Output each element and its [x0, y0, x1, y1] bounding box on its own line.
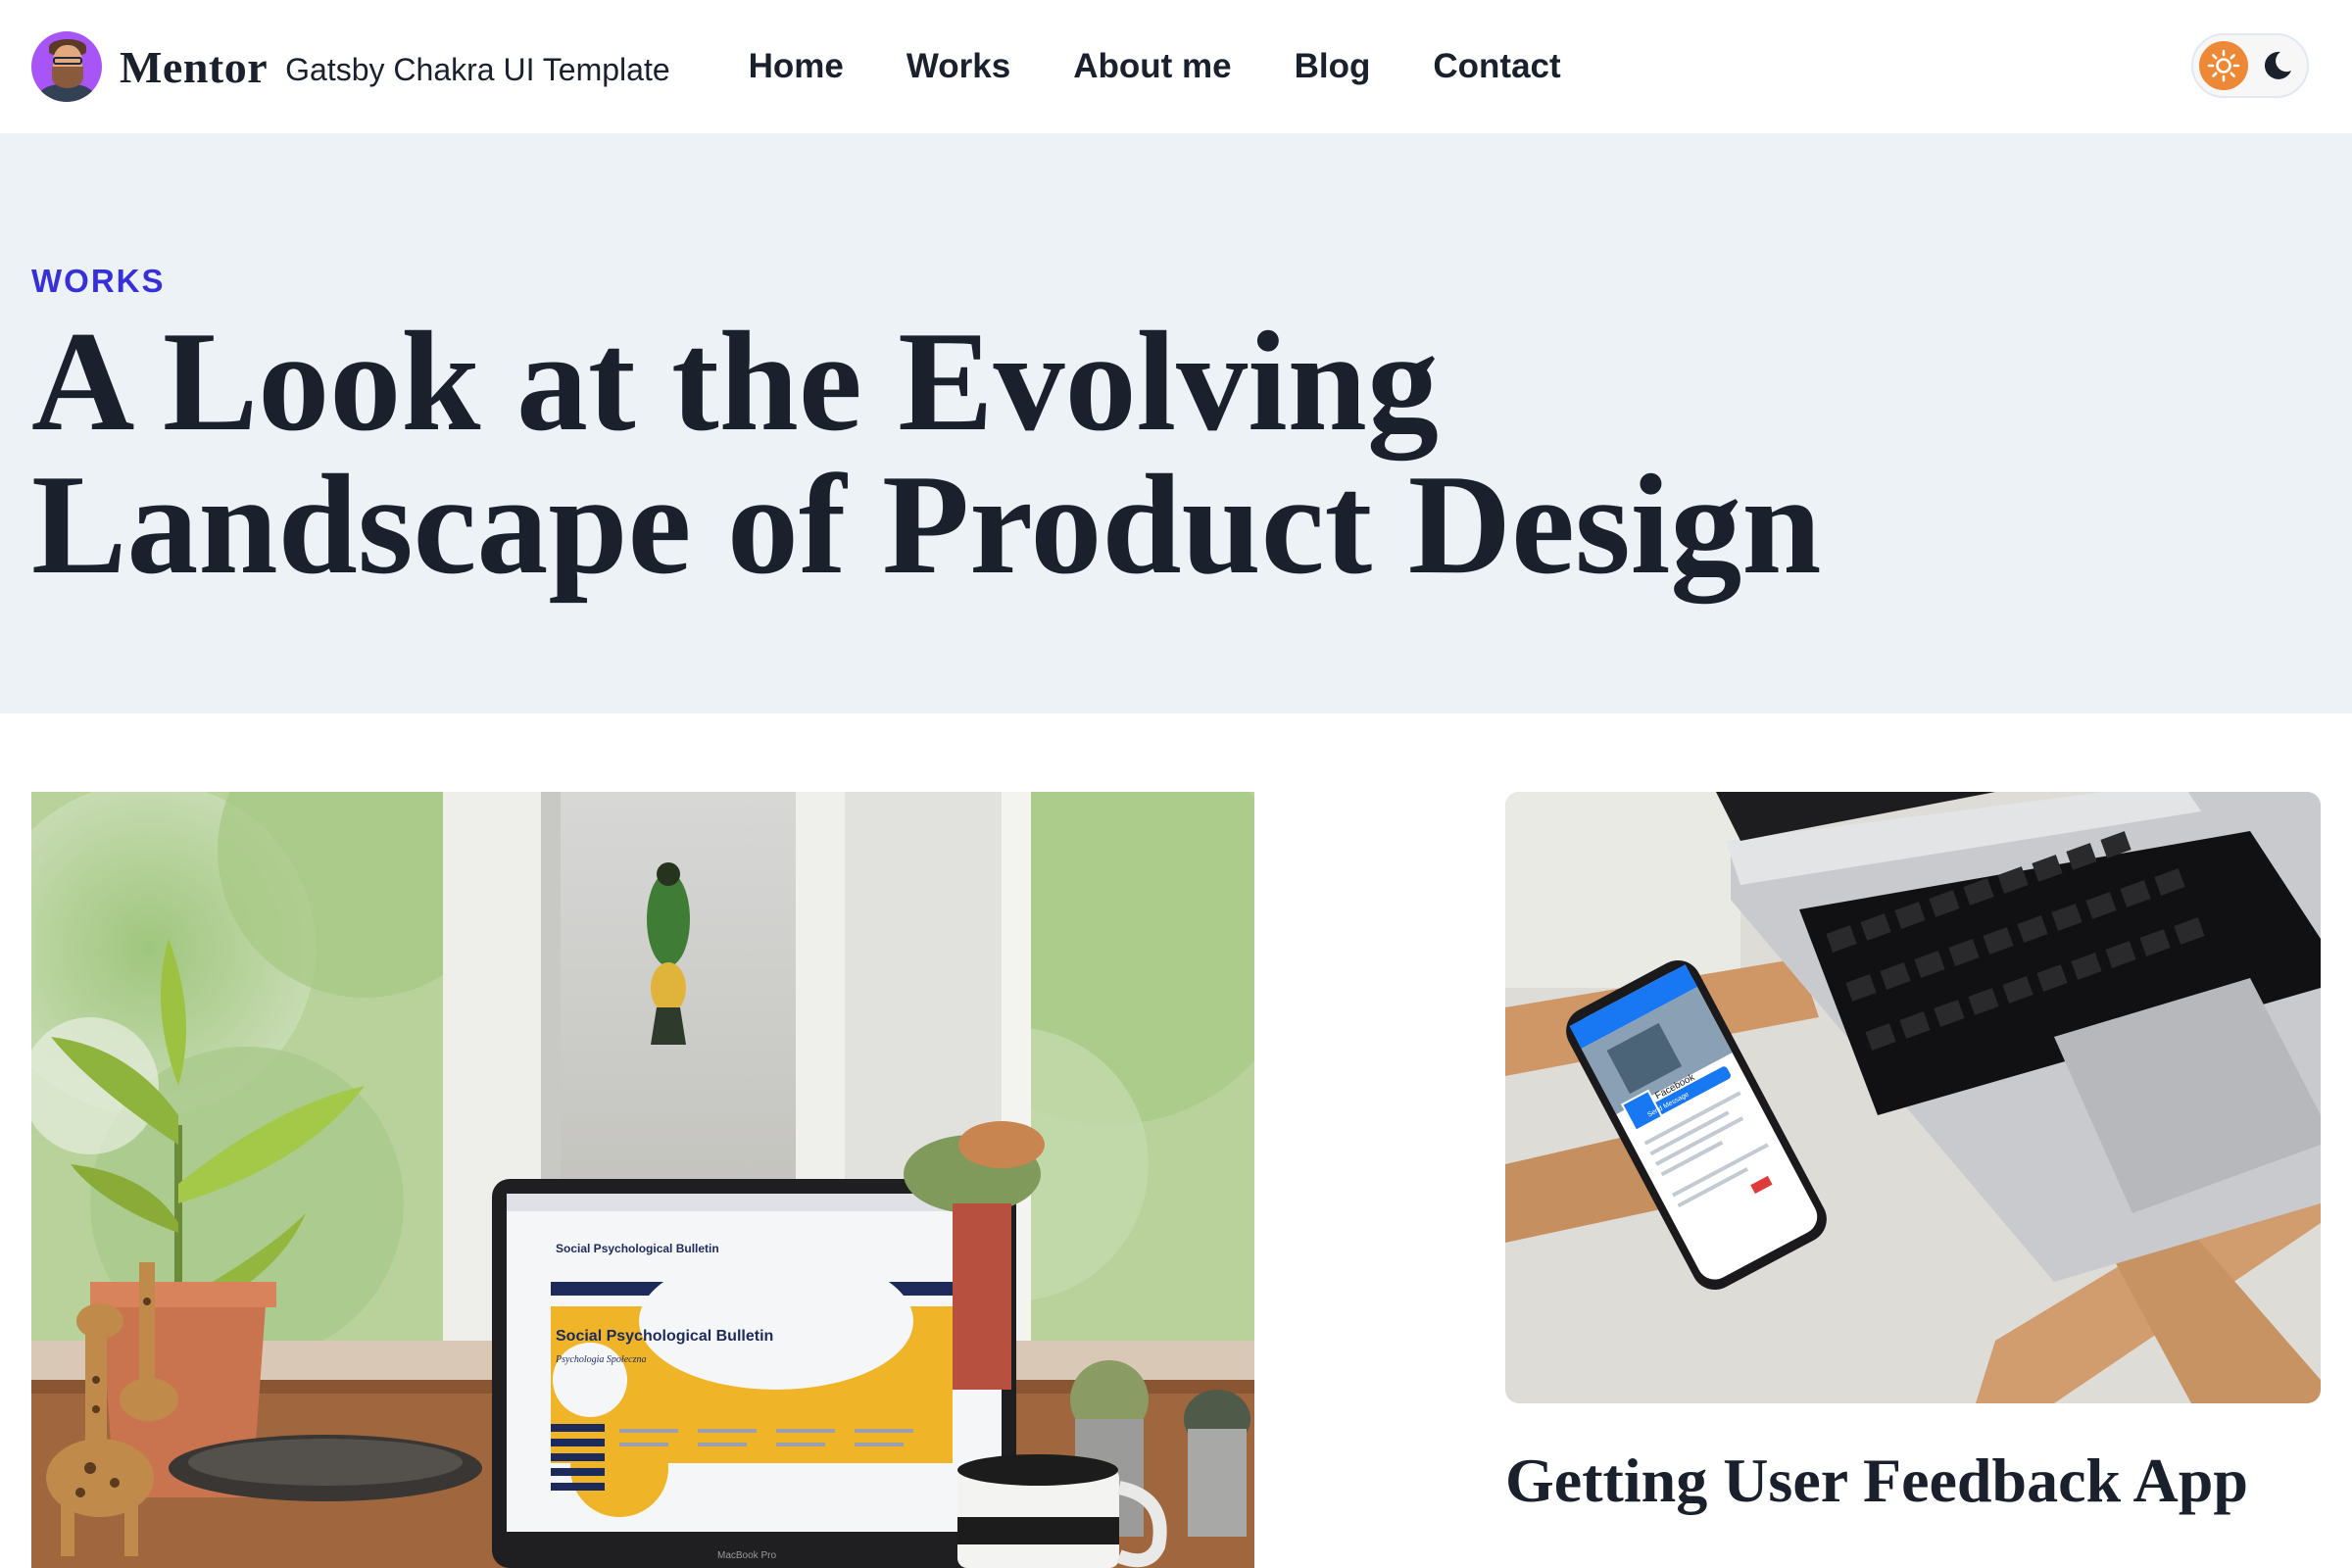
work-card-featured[interactable]: Social Psychological Bulletin Social Psy… — [31, 792, 1254, 1568]
work-card-feedback-app[interactable]: Facebook Send Message — [1505, 792, 2321, 1403]
brand-link[interactable]: Mentor Gatsby Chakra UI Template — [31, 31, 670, 102]
moon-icon — [2264, 51, 2291, 79]
hero-eyebrow: WORKS — [31, 263, 166, 299]
nav-blog[interactable]: Blog — [1295, 47, 1371, 86]
avatar — [31, 31, 102, 102]
hero-section: WORKS A Look at the Evolving Landscape o… — [0, 133, 2352, 713]
nav-works[interactable]: Works — [906, 47, 1010, 86]
laptop-bezel-label: MacBook Pro — [717, 1550, 776, 1561]
laptop-windowsill-image: Social Psychological Bulletin Social Psy… — [31, 792, 1254, 1568]
nav-contact[interactable]: Contact — [1433, 47, 1560, 86]
brand-tagline: Gatsby Chakra UI Template — [285, 51, 670, 87]
light-mode-button[interactable] — [2199, 41, 2248, 90]
main-nav: Home Works About me Blog Contact — [749, 47, 1624, 86]
screen-subtitle: Psychologia Społeczna — [555, 1354, 646, 1365]
dark-mode-button[interactable] — [2256, 44, 2299, 87]
work-card-title[interactable]: Getting User Feedback App — [1505, 1445, 2248, 1517]
nav-about-me[interactable]: About me — [1073, 47, 1231, 86]
site-header: Mentor Gatsby Chakra UI Template Home Wo… — [0, 0, 2352, 133]
sun-icon — [2207, 49, 2240, 82]
laptop-phone-image: Facebook Send Message — [1505, 792, 2321, 1403]
theme-toggle[interactable] — [2191, 33, 2309, 98]
screen-headline: Social Psychological Bulletin — [556, 1242, 719, 1255]
nav-home[interactable]: Home — [749, 47, 844, 86]
brand-name: Mentor — [120, 41, 269, 92]
page-title: A Look at the Evolving Landscape of Prod… — [31, 302, 1822, 604]
screen-headline-large: Social Psychological Bulletin — [556, 1328, 773, 1345]
